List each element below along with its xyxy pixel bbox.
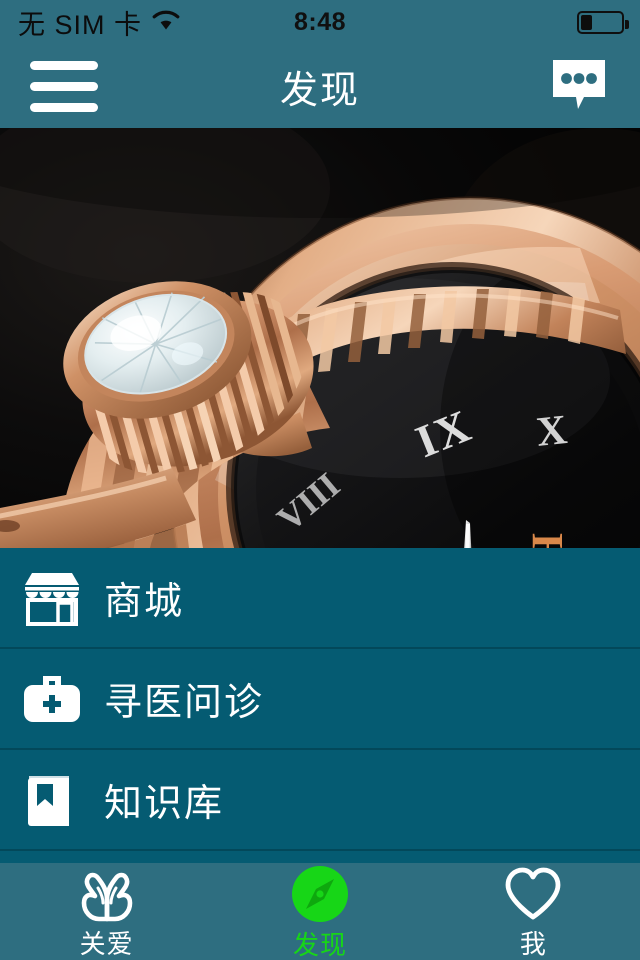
hamburger-bar (30, 60, 98, 70)
store-icon (0, 569, 104, 627)
menu-item-knowledge-base[interactable]: 知识库 (0, 750, 640, 849)
menu-item-label: 寻医问诊 (104, 682, 265, 724)
navigation-bar: 发现 (0, 44, 640, 128)
book-icon (0, 770, 104, 830)
tab-label: 发现 (292, 930, 347, 960)
bottom-tab-bar: 关爱 发现 我 (0, 863, 640, 960)
menu-item-mall[interactable]: 商城 (0, 548, 640, 647)
tab-label: 关爱 (79, 929, 134, 959)
compass-icon (291, 865, 349, 923)
page-title: 发现 (279, 69, 360, 112)
svg-text:HWA: HWA (523, 533, 572, 548)
hero-banner-image[interactable]: IX X VIII VII HWA (0, 128, 640, 548)
menu-item-label: 商城 (104, 581, 185, 623)
status-bar: 无 SIM 卡 8:48 (0, 0, 640, 44)
tab-care[interactable]: 关爱 (0, 863, 213, 960)
clock-label: 8:48 (293, 7, 347, 36)
hamburger-bar (30, 102, 98, 112)
discover-menu-list: 商城 寻医问诊 知识库 (0, 548, 640, 863)
tab-discover[interactable]: 发现 (213, 863, 426, 960)
caring-hands-icon (76, 866, 138, 922)
svg-text:X: X (534, 407, 569, 456)
battery-icon (577, 10, 629, 34)
heart-icon (503, 866, 563, 922)
hamburger-bar (30, 81, 98, 91)
tab-me[interactable]: 我 (427, 863, 640, 960)
menu-item-consult-doctor[interactable]: 寻医问诊 (0, 649, 640, 748)
list-divider (0, 849, 640, 851)
chat-bubble-icon[interactable] (530, 57, 640, 115)
app-screen: 无 SIM 卡 8:48 发现 IX X VIII 商城 寻医问诊 知识库 关爱… (0, 0, 640, 960)
hamburger-menu-icon[interactable] (0, 60, 110, 112)
medical-bag-icon (0, 673, 104, 725)
menu-item-label: 知识库 (104, 783, 225, 825)
tab-label: 我 (519, 929, 547, 959)
